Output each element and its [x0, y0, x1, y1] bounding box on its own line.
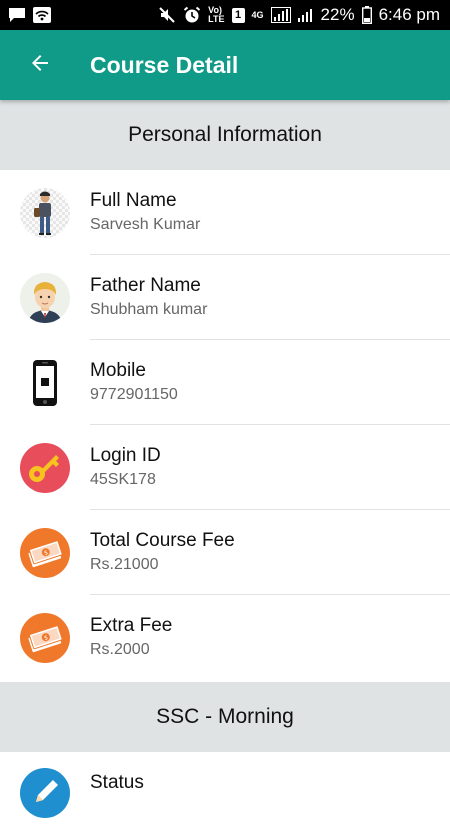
signal-icon-secondary	[297, 7, 314, 23]
extra-fee-value: Rs.2000	[90, 641, 150, 658]
login-id-value: 45SK178	[90, 471, 156, 488]
status-bar: Vo) LTE 1 4G 22% 6:46 pm	[0, 0, 450, 30]
person-avatar-icon	[20, 187, 70, 238]
page-title: Course Detail	[90, 51, 239, 78]
section-header-ssc-morning: SSC - Morning	[0, 682, 450, 752]
volte-indicator: Vo) LTE	[208, 5, 225, 24]
login-id-label: Login ID	[90, 445, 161, 466]
arrow-left-icon	[28, 51, 52, 80]
money-icon: $	[20, 612, 70, 663]
list-item-extra-fee[interactable]: $ Extra Fee Rs.2000	[0, 595, 450, 680]
list-item-mobile[interactable]: Mobile 9772901150	[0, 340, 450, 425]
list-item-full-name[interactable]: Full Name Sarvesh Kumar	[0, 170, 450, 255]
total-course-fee-label: Total Course Fee	[90, 530, 235, 551]
full-name-value: Sarvesh Kumar	[90, 216, 201, 233]
list-item-total-course-fee[interactable]: $ Total Course Fee Rs.21000	[0, 510, 450, 595]
network-type-label: 4G	[251, 9, 264, 20]
key-icon	[20, 442, 70, 493]
list-item-login-id[interactable]: Login ID 45SK178	[0, 425, 450, 510]
money-icon: $	[20, 527, 70, 578]
battery-percent: 22%	[320, 5, 355, 24]
pencil-icon	[20, 768, 70, 818]
mobile-value: 9772901150	[90, 386, 178, 403]
sim-indicator: 1	[231, 7, 245, 23]
back-button[interactable]	[0, 30, 80, 100]
clock-time: 6:46 pm	[378, 5, 440, 24]
mobile-label: Mobile	[90, 360, 146, 381]
section-header-personal-information: Personal Information	[0, 100, 450, 170]
status-label: Status	[90, 772, 144, 793]
extra-fee-label: Extra Fee	[90, 615, 173, 636]
battery-icon	[361, 6, 372, 24]
father-name-value: Shubham kumar	[90, 301, 208, 318]
mobile-phone-icon	[20, 358, 70, 408]
list-item-father-name[interactable]: Father Name Shubham kumar	[0, 255, 450, 340]
list-item-status[interactable]: Status	[0, 752, 450, 837]
signal-icon	[270, 7, 291, 23]
app-bar: Course Detail	[0, 30, 450, 100]
man-avatar-icon	[20, 272, 70, 323]
full-name-label: Full Name	[90, 190, 177, 211]
wifi-icon	[33, 7, 51, 23]
alarm-icon	[183, 6, 201, 24]
message-icon	[8, 7, 26, 23]
total-course-fee-value: Rs.21000	[90, 556, 159, 573]
father-name-label: Father Name	[90, 275, 201, 296]
mute-icon	[158, 6, 176, 24]
